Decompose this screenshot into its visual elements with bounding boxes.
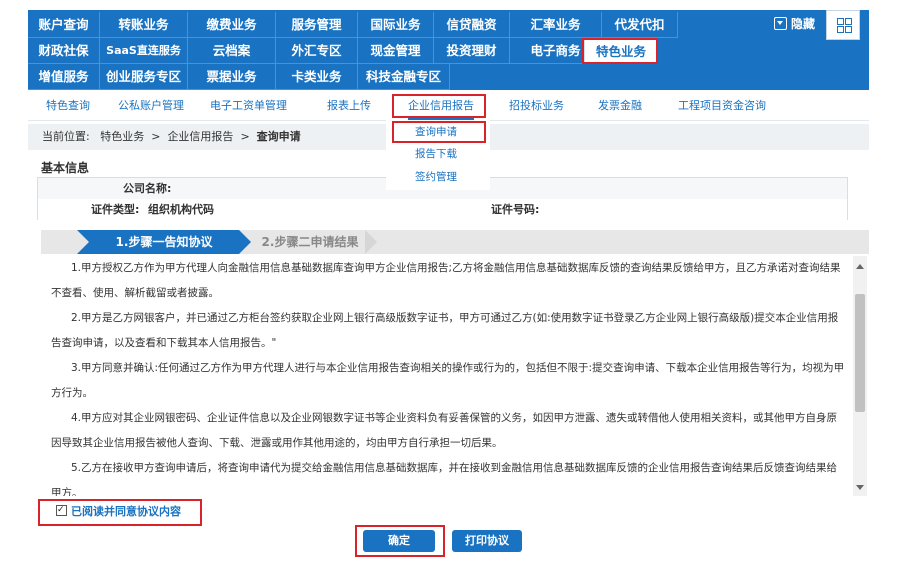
nav-item-payment[interactable]: 缴费业务	[188, 12, 276, 38]
step-2-result: 2.步骤二申请结果	[255, 230, 377, 254]
credit-report-dropdown: 查询申请 报告下载 签约管理	[386, 120, 490, 190]
sub-nav-report-upload[interactable]: 报表上传	[327, 92, 371, 120]
nav-item-cash-management[interactable]: 现金管理	[358, 38, 434, 64]
dropdown-query-apply[interactable]: 查询申请	[386, 122, 486, 142]
nav-item-international[interactable]: 国际业务	[358, 12, 434, 38]
scroll-thumb[interactable]	[855, 294, 865, 412]
cert-type-value: 组织机构代码	[148, 203, 214, 216]
nav-item-finance-social[interactable]: 财政社保	[28, 38, 100, 64]
info-row-cert: 证件类型: 组织机构代码 证件号码:	[38, 199, 847, 220]
breadcrumb-separator: >	[240, 130, 250, 143]
collapse-icon	[773, 17, 787, 30]
nav-item-startup[interactable]: 创业服务专区	[100, 64, 188, 90]
agreement-scrollbar[interactable]	[853, 256, 867, 496]
hide-menu-label: 隐藏	[790, 17, 815, 31]
cert-type-label: 证件类型:	[91, 203, 140, 216]
agreement-clause: 3.甲方同意并确认:任何通过乙方作为甲方代理人进行与本企业信用报告查询相关的操作…	[51, 362, 845, 399]
nav-item-saas[interactable]: SaaS直连服务	[100, 38, 188, 64]
agree-label: 已阅读并同意协议内容	[71, 505, 181, 518]
print-agreement-button[interactable]: 打印协议	[452, 530, 522, 552]
dropdown-sign-management[interactable]: 签约管理	[386, 167, 486, 187]
dropdown-report-download[interactable]: 报告下载	[386, 144, 486, 164]
agreement-clause: 2.甲方是乙方网银客户，并已通过乙方柜台签约获取企业网上银行高级版数字证书，甲方…	[51, 312, 839, 349]
agreement-clause: 4.甲方应对其企业网银密码、企业证件信息以及企业网银数字证书等企业资料负有妥善保…	[51, 412, 838, 449]
sub-nav-project-consult[interactable]: 工程项目资金咨询	[678, 92, 766, 120]
sub-nav-invoice-finance[interactable]: 发票金融	[598, 92, 642, 120]
confirm-button[interactable]: 确定	[363, 530, 435, 552]
nav-item-payroll[interactable]: 代发代扣	[602, 12, 678, 38]
nav-item-cloud-archive[interactable]: 云档案	[188, 38, 276, 64]
steps-bar: 1.步骤一告知协议 2.步骤二申请结果	[41, 230, 869, 254]
checkbox-checked-icon[interactable]	[56, 502, 67, 518]
grid-menu-button[interactable]	[826, 10, 860, 40]
sub-nav-credit-report[interactable]: 企业信用报告	[408, 92, 474, 120]
grid-icon-cell	[845, 26, 852, 33]
nav-item-forex[interactable]: 外汇专区	[276, 38, 358, 64]
grid-icon-cell	[845, 18, 852, 25]
hide-menu-button[interactable]: 隐藏	[773, 14, 815, 34]
nav-item-transfer[interactable]: 转账业务	[100, 12, 188, 38]
sub-nav: 特色查询 公私账户管理 电子工资单管理 报表上传 企业信用报告 招投标业务 发票…	[28, 92, 869, 121]
step-1-notice: 1.步骤一告知协议	[77, 230, 251, 254]
grid-icon	[837, 18, 844, 25]
section-title-basic-info: 基本信息	[41, 161, 90, 175]
sub-nav-special-query[interactable]: 特色查询	[46, 92, 90, 120]
agreement-text: 1.甲方授权乙方作为甲方代理人向金融信用信息基础数据库查询甲方企业信用报告;乙方…	[41, 256, 853, 496]
nav-item-credit[interactable]: 信贷融资	[434, 12, 510, 38]
agreement-clause: 1.甲方授权乙方作为甲方代理人向金融信用信息基础数据库查询甲方企业信用报告;乙方…	[51, 262, 841, 299]
nav-item-value-added[interactable]: 增值服务	[28, 64, 100, 90]
breadcrumb-label: 当前位置:	[42, 130, 90, 143]
breadcrumb-credit-report[interactable]: 企业信用报告	[167, 130, 233, 143]
nav-item-exchange[interactable]: 汇率业务	[510, 12, 602, 38]
company-name-label: 公司名称:	[123, 182, 172, 195]
breadcrumb-special-business[interactable]: 特色业务	[100, 130, 144, 143]
nav-item-tech-finance[interactable]: 科技金融专区	[358, 64, 450, 90]
nav-item-special-business[interactable]: 特色业务	[584, 38, 658, 64]
scroll-down-icon[interactable]	[856, 485, 864, 490]
nav-item-service-management[interactable]: 服务管理	[276, 12, 358, 38]
sub-nav-account-management[interactable]: 公私账户管理	[118, 92, 184, 120]
grid-icon-cell	[837, 26, 844, 33]
sub-nav-payroll-management[interactable]: 电子工资单管理	[210, 92, 287, 120]
breadcrumb-separator: >	[151, 130, 161, 143]
top-nav: 账户查询 转账业务 缴费业务 服务管理 国际业务 信贷融资 汇率业务 代发代扣 …	[28, 10, 869, 90]
nav-item-cards[interactable]: 卡类业务	[276, 64, 358, 90]
scroll-up-icon[interactable]	[856, 264, 864, 269]
cert-no-label: 证件号码:	[491, 203, 540, 216]
agree-checkbox[interactable]: 已阅读并同意协议内容	[56, 502, 181, 520]
sub-nav-bidding[interactable]: 招投标业务	[509, 92, 564, 120]
breadcrumb-current: 查询申请	[256, 130, 301, 143]
nav-item-account-query[interactable]: 账户查询	[28, 12, 100, 38]
nav-item-investment[interactable]: 投资理财	[434, 38, 510, 64]
nav-item-bills[interactable]: 票据业务	[188, 64, 276, 90]
agreement-clause: 5.乙方在接收甲方查询申请后，将查询申请代为提交给金融信用信息基础数据库，并在接…	[51, 462, 838, 496]
